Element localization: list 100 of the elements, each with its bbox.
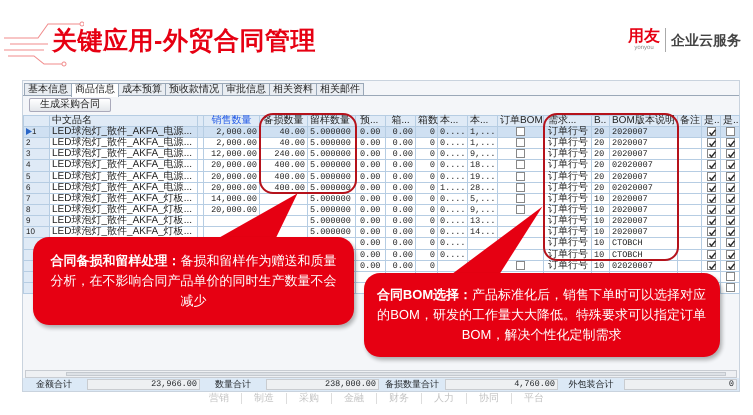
table-cell: 0.00 [386,182,416,194]
table-cell: 2,000.00 [204,138,260,149]
checkbox[interactable] [726,149,734,158]
checkbox[interactable] [516,149,525,158]
checkbox[interactable] [726,238,734,248]
column-header: 箱... [386,116,416,126]
checkbox[interactable] [706,149,716,158]
table-row[interactable]: 5 LED球泡灯_散件_AKFA_电源... 20,000.00 400.00 5.000000 0.00 0.00 0 0.... 19... 订单行号 20 2020007 [24,171,740,182]
table-cell: 0.00 [386,171,416,182]
checkbox[interactable] [706,138,716,148]
tab[interactable]: 成本预算 [118,83,166,95]
table-cell: 0 [416,238,438,250]
checkbox[interactable] [706,238,716,248]
table-cell: 5,... [468,193,498,204]
table-row[interactable]: 6 LED球泡灯_散件_AKFA_电源... 20,000.00 400.00 5.000000 0.00 0.00 0 1.... 28... 订单行号 20 02020007 [24,182,740,194]
table-cell: 28... [468,182,498,194]
table-cell: 400.00 [260,171,308,182]
table-cell: 19... [468,171,498,182]
checkbox[interactable] [726,138,734,148]
table-cell: 10 [592,216,610,227]
table-cell: 02020007 [610,160,678,172]
table-row[interactable]: 7 LED球泡灯_散件_AKFA_灯板... 14,000.00 5.000000 0.00 0.00 0 0.... 5,... 订单行号 10 2020007 [24,193,740,204]
table-cell: 14,000.00 [204,193,260,204]
table-cell: LED球泡灯_散件_AKFA_灯板... [50,193,198,204]
table-cell: 0 [416,171,438,182]
column-header: 箱数 [416,116,438,126]
column-header: B.. [592,116,610,126]
column-header: 订单BOM [498,116,544,126]
checkbox[interactable] [516,160,525,170]
checkbox[interactable] [516,138,525,148]
table-cell: 0.... [438,226,468,238]
row-number: 2 [26,138,30,148]
table-cell: 14... [468,226,498,238]
total-label: 金额合计 [35,380,73,389]
table-cell: 20,000.00 [204,160,260,172]
table-cell: 0.... [438,171,468,182]
checkbox[interactable] [726,227,734,236]
table-cell: 10 [592,226,610,238]
table-cell: 5.000000 [308,160,356,172]
total-value: 23,966.00 [87,379,200,390]
table-cell: 5.000000 [308,171,356,182]
checkbox[interactable] [706,216,716,226]
table-cell: 2020007 [610,226,678,238]
tab[interactable]: 相关资料 [269,83,317,95]
column-header: 备注 [678,116,702,126]
slide-title: 关键应用-外贸合同管理 [52,26,316,56]
checkbox[interactable] [726,127,734,136]
checkbox[interactable] [706,227,716,236]
table-cell: 10 [592,238,610,250]
table-cell: 0.00 [386,249,416,260]
table-cell: 0.... [438,148,468,160]
table-cell: 400.00 [260,182,308,194]
table-cell: 5.000000 [308,148,356,160]
tab[interactable]: 预收款情况 [165,83,223,95]
table-cell: 20 [592,148,610,160]
table-cell: 20 [592,171,610,182]
table-cell: 0 [416,193,438,204]
table-cell: LED球泡灯_散件_AKFA_灯板... [50,216,198,227]
table-cell: 订单行号 [544,238,592,250]
table-cell: 0.00 [356,148,386,160]
table-cell: 400.00 [260,160,308,172]
table-cell: 订单行号 [544,204,592,216]
table-cell: 2020007 [610,171,678,182]
checkbox[interactable] [726,216,734,226]
tab[interactable]: 商品信息 [71,83,119,97]
table-cell: 20 [592,182,610,194]
table-row[interactable]: 1 LED球泡灯_散件_AKFA_电源... 2,000.00 40.00 5.000000 0.00 0.00 0 0.... 1,... 订单行号 20 2020007 [24,126,740,138]
table-cell: 0.00 [356,182,386,194]
table-cell: 5.000000 [308,193,356,204]
checkbox[interactable] [706,127,716,136]
table-cell: 5.000000 [308,204,356,216]
row-number: 5 [26,172,30,181]
tab[interactable]: 审批信息 [222,83,270,95]
total-label: 外包装合计 [568,380,614,389]
table-cell: 0.00 [386,226,416,238]
checkbox[interactable] [706,160,716,170]
table-cell: 20 [592,138,610,149]
tab[interactable]: 基本信息 [24,83,72,95]
table-row[interactable]: 3 LED球泡灯_散件_AKFA_电源... 12,000.00 240.00 5.000000 0.00 0.00 0 0.... 9,... 订单行号 20 2020007 [24,148,740,160]
table-cell: 0.00 [356,160,386,172]
checkbox[interactable] [516,127,525,136]
table-cell: 20,000.00 [204,182,260,194]
table-cell: 20,000.00 [204,171,260,182]
table-cell: 订单行号 [544,193,592,204]
tab[interactable]: 相关邮件 [316,83,364,95]
column-header: 中文品名 [50,116,198,126]
table-cell: 0.00 [386,160,416,172]
table-cell: 0.00 [356,249,386,260]
generate-purchase-contract-button[interactable]: 生成采购合同 [29,98,111,112]
row-number: 10 [26,227,35,236]
table-row[interactable]: 4 LED球泡灯_散件_AKFA_电源... 20,000.00 400.00 5.000000 0.00 0.00 0 0.... 18... 订单行号 20 02020007 [24,160,740,172]
table-cell: 2020007 [610,126,678,138]
table-cell: 订单行号 [544,171,592,182]
table-cell: 5.000000 [308,182,356,194]
table-cell: 2020007 [610,138,678,149]
checkbox[interactable] [726,160,734,170]
table-cell: 0.... [438,238,468,250]
table-cell: 0.... [438,160,468,172]
table-cell: 0 [416,138,438,149]
table-row[interactable]: 2 LED球泡灯_散件_AKFA_电源... 2,000.00 40.00 5.000000 0.00 0.00 0 0.... 1,... 订单行号 20 2020007 [24,138,740,149]
